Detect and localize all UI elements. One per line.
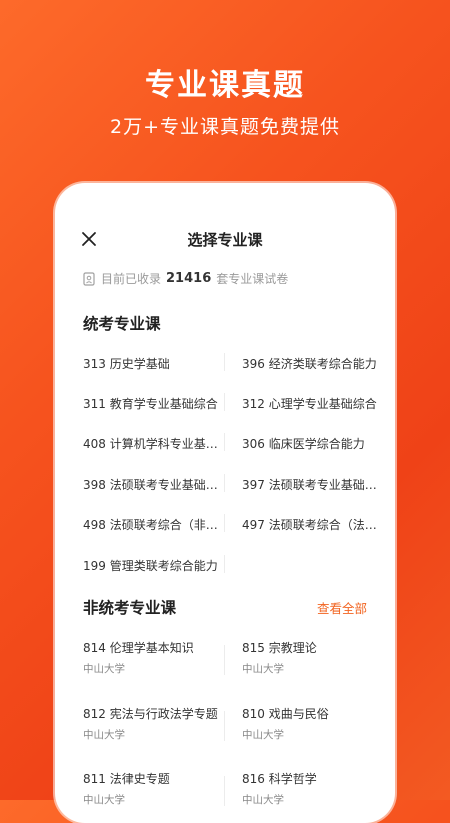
school-course-item[interactable]: 815 宗教理论 中山大学: [242, 639, 382, 676]
course-item[interactable]: 313 历史学基础: [83, 355, 223, 372]
course-item[interactable]: 408 计算机学科专业基础综合: [83, 435, 223, 452]
course-item[interactable]: 311 教育学专业基础综合: [83, 395, 223, 412]
school-course-item[interactable]: 810 戏曲与民俗 中山大学: [242, 705, 382, 742]
hero-subtitle: 2万+专业课真题免费提供: [109, 116, 340, 138]
divider: [224, 433, 225, 451]
course-item[interactable]: 396 经济类联考综合能力: [242, 355, 382, 372]
divider: [224, 393, 225, 411]
course-name: 816 科学哲学: [242, 772, 317, 786]
course-item[interactable]: 498 法硕联考综合（非法学）: [83, 516, 223, 533]
divider: [224, 711, 225, 741]
divider: [224, 555, 225, 573]
school-course-item[interactable]: 814 伦理学基本知识 中山大学: [83, 639, 223, 676]
course-name: 812 宪法与行政法学专题: [83, 707, 218, 721]
hero-title: 专业课真题: [145, 68, 305, 103]
record-info: 目前已收录 21416 套专业课试卷: [83, 270, 288, 287]
course-item[interactable]: 497 法硕联考综合（法学）: [242, 516, 382, 533]
course-name: 811 法律史专题: [83, 772, 170, 786]
course-name: 810 戏曲与民俗: [242, 707, 329, 721]
phone-screen: 选择专业课 目前已收录 21416 套专业课试卷 统考专业课 313 历史学基础…: [55, 183, 395, 823]
school-course-item[interactable]: 816 科学哲学 中山大学: [242, 770, 382, 807]
course-item[interactable]: 199 管理类联考综合能力: [83, 557, 223, 574]
school-course-item[interactable]: 811 法律史专题 中山大学: [83, 770, 223, 807]
nonunified-section-title: 非统考专业课: [83, 599, 177, 617]
divider: [224, 353, 225, 371]
top-bar: 选择专业课: [55, 223, 395, 253]
school-name: 中山大学: [242, 729, 284, 741]
school-name: 中山大学: [83, 729, 125, 741]
school-course-item[interactable]: 812 宪法与行政法学专题 中山大学: [83, 705, 223, 742]
course-name: 814 伦理学基本知识: [83, 641, 194, 655]
see-all-link[interactable]: 查看全部: [317, 598, 367, 617]
course-item[interactable]: 398 法硕联考专业基础（非法学）: [83, 476, 223, 493]
record-prefix: 目前已收录: [101, 272, 162, 286]
record-count: 21416: [166, 271, 212, 286]
page-title: 选择专业课: [187, 231, 263, 249]
divider: [224, 474, 225, 492]
course-item[interactable]: 306 临床医学综合能力: [242, 435, 382, 452]
divider: [224, 776, 225, 806]
divider: [224, 645, 225, 675]
unified-section-title: 统考专业课: [83, 315, 161, 333]
record-suffix: 套专业课试卷: [216, 272, 289, 286]
course-item[interactable]: 312 心理学专业基础综合: [242, 395, 382, 412]
course-item[interactable]: 397 法硕联考专业基础（法学）: [242, 476, 382, 493]
school-name: 中山大学: [83, 663, 125, 675]
document-icon: [83, 271, 95, 286]
school-name: 中山大学: [242, 663, 284, 675]
divider: [224, 514, 225, 532]
course-name: 815 宗教理论: [242, 641, 317, 655]
